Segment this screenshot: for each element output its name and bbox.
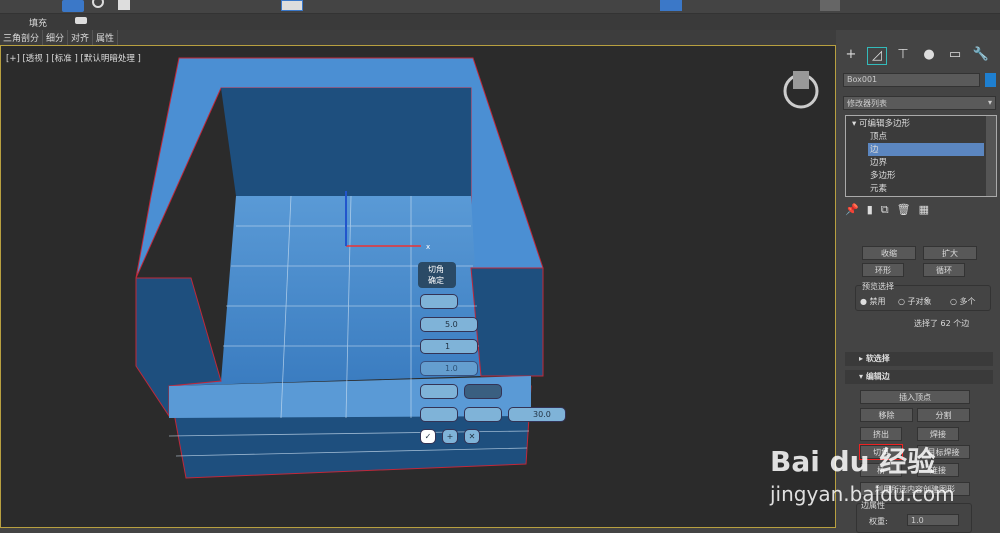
insert-vertex-button[interactable]: 插入顶点 [860,390,970,404]
rotate-button[interactable] [92,0,104,8]
fill-dropdown[interactable] [75,17,87,24]
preview-radio-multi[interactable]: ○ 多个 [950,296,976,307]
weld-button[interactable]: 焊接 [917,427,959,441]
edit-edges-rollout[interactable]: ▾ 编辑边 [845,370,993,384]
watermark-logo: Bai du 经验 [770,445,936,478]
caddy-title[interactable]: 切角 确定 [418,262,456,288]
stack-scrollbar[interactable] [986,116,996,196]
weight-spinner[interactable]: 1.0 [907,514,959,526]
ring-button[interactable]: 环形 [862,263,904,277]
smooth-threshold-toggle[interactable] [464,407,502,422]
preview-selection-group: 预览选择 ● 禁用 ○ 子对象 ○ 多个 [855,281,991,311]
watermark-url: jingyan.baidu.com [770,482,955,506]
chamfer-type-button[interactable] [420,294,458,309]
utilities-wrench-icon[interactable]: 🔧 [971,47,991,65]
seat [169,196,481,386]
back-inner [221,88,471,196]
ribbon-tabs: 三角剖分 细分 对齐 属性 [0,30,836,45]
grow-button[interactable]: 扩大 [923,246,977,260]
caddy-title-text: 切角 [428,265,444,274]
smooth-angle-field[interactable]: 30.0 [508,407,566,422]
render-button[interactable] [820,0,840,11]
radio-label: 子对象 [907,297,932,306]
create-plus-icon[interactable]: + [841,47,861,65]
remove-button[interactable]: 移除 [860,408,913,422]
loop-button[interactable]: 循环 [923,263,965,277]
select-move-button[interactable] [62,0,84,12]
scale-button[interactable] [118,0,130,10]
modifier-list-dropdown[interactable]: 修改器列表 ▾ [843,96,996,110]
stack-item-edge[interactable]: 边 [868,143,984,156]
chamfer-tension-field[interactable]: 1.0 [420,361,478,376]
tab-properties[interactable]: 属性 [93,30,119,45]
display-tab-icon[interactable]: ▭ [945,47,965,65]
main-toolbar [0,0,1000,14]
apply-plus-icon[interactable]: + [442,429,458,444]
viewport-perspective[interactable]: [+] [透视 ] [标准 ] [默认明暗处理 ] x 切角 确定 5.0 1 1… [0,45,836,528]
ok-check-icon[interactable]: ✓ [420,429,436,444]
cancel-x-icon[interactable]: ✕ [464,429,480,444]
tab-subdivide[interactable]: 细分 [43,30,69,45]
preview-title: 预览选择 [862,281,894,292]
tension-value: 1.0 [445,364,458,373]
shrink-button[interactable]: 收缩 [862,246,916,260]
open-chamfer-toggle[interactable] [420,384,458,399]
stack-item-polygon[interactable]: 多边形 [868,169,896,182]
hierarchy-tab-icon[interactable]: ⊤ [893,47,913,65]
preview-radio-subobject[interactable]: ○ 子对象 [898,296,932,307]
snap-toggle-button[interactable] [281,0,303,11]
stack-item-border[interactable]: 边界 [868,156,887,169]
weight-label: 权重: [869,517,888,526]
fill-label: 填充 [29,19,48,29]
chevron-down-icon: ▾ [987,98,992,107]
rollout-title: 编辑边 [865,372,890,381]
ribbon: 填充 [0,14,1000,30]
stack-item-vertex[interactable]: 顶点 [868,130,887,143]
extrude-button[interactable]: 挤出 [860,427,902,441]
chamfer-amount-field[interactable]: 5.0 [420,317,478,332]
stack-root-label: 可编辑多边形 [858,119,910,129]
stack-tools[interactable]: 📌▮⧉🗑▦ [845,203,937,217]
modify-tab-icon[interactable]: ◿ [867,47,887,65]
object-color-swatch[interactable] [985,73,996,87]
right-arm-side [470,267,544,377]
caddy-confirm-text: 确定 [428,276,444,285]
axis-x-label: x [426,243,430,251]
smooth-toggle[interactable] [420,407,458,422]
radio-label: 禁用 [869,297,886,306]
modifier-stack: ▾ 可编辑多边形 顶点 边 边界 多边形 元素 [845,115,997,197]
split-button[interactable]: 分割 [917,408,970,422]
modifier-list-label: 修改器列表 [847,99,887,108]
stack-root[interactable]: ▾ 可编辑多边形 [850,117,910,130]
edge-properties-group: 边属性 权重: 1.0 [856,500,972,533]
render-setup-button[interactable] [660,0,682,11]
object-name-input[interactable]: Box001 [843,73,980,87]
selection-status: 选择了 62 个边 [914,319,970,328]
rollout-title: 软选择 [865,354,890,363]
amount-value: 5.0 [445,320,458,329]
radio-label: 多个 [959,297,976,306]
segments-value: 1 [445,342,451,351]
soft-selection-rollout[interactable]: ▸ 软选择 [845,352,993,366]
angle-value: 30.0 [533,410,551,419]
motion-tab-icon[interactable]: ● [919,47,939,65]
stack-item-element[interactable]: 元素 [868,182,887,195]
preview-radio-disabled[interactable]: ● 禁用 [860,296,886,307]
tab-align[interactable]: 对齐 [68,30,94,45]
quad-chamfer-toggle[interactable] [464,384,502,399]
tab-triangulate[interactable]: 三角剖分 [0,30,44,45]
chamfer-segments-field[interactable]: 1 [420,339,478,354]
